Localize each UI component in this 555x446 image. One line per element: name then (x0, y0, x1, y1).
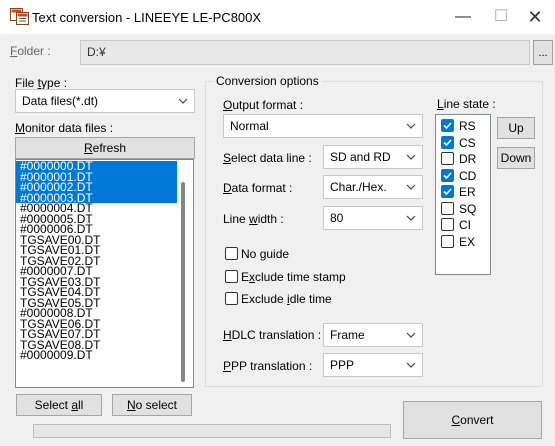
exclude-time-stamp-checkbox[interactable]: Exclude time stamp (223, 269, 383, 285)
checkbox-box[interactable] (441, 234, 454, 248)
no-select-button[interactable]: No select (112, 394, 192, 416)
ppp-translation-select[interactable]: PPP (323, 353, 423, 377)
data-line-select[interactable]: SD and RD (323, 145, 423, 169)
ppp-translation-label: PPP translation : (223, 359, 313, 373)
line-state-label-text: ER (459, 185, 476, 199)
monitor-files-list[interactable]: #0000000.DT #0000001.DT #0000002.DT #000000… (15, 159, 194, 388)
checkbox-box[interactable] (441, 119, 454, 132)
chevron-down-icon (406, 362, 416, 368)
chevron-down-icon (178, 98, 188, 104)
line-state-label-text: CS (459, 135, 476, 150)
chevron-down-icon (406, 123, 416, 129)
progress-bar (33, 424, 391, 438)
line-state-item-ci[interactable]: CI (439, 217, 489, 233)
checkbox-box[interactable] (441, 201, 454, 215)
file-type-select[interactable]: Data files(*.dt) (15, 89, 195, 113)
hdlc-translation-label: HDLC translation : (223, 328, 322, 342)
data-format-label: Data format : (223, 181, 293, 195)
hdlc-translation-select[interactable]: Frame (323, 323, 423, 347)
up-button[interactable]: Up (497, 117, 535, 139)
line-state-item-rs[interactable]: RS (439, 118, 489, 134)
files-scrollbar[interactable] (181, 182, 185, 382)
line-state-item-dr[interactable]: DR (439, 151, 489, 167)
folder-label: Folder : (10, 44, 51, 58)
exclude-idle-time-checkbox[interactable]: Exclude idle time (223, 291, 383, 307)
close-button[interactable]: ✕ (515, 0, 555, 34)
conversion-options-title: Conversion options (213, 74, 322, 88)
output-format-select[interactable]: Normal (223, 114, 423, 138)
line-state-label-text: CI (459, 218, 471, 232)
line-state-item-cs[interactable]: CS (439, 135, 489, 151)
line-state-label: Line state : (437, 97, 496, 111)
refresh-button[interactable]: Refresh (15, 137, 195, 159)
file-list-item[interactable]: #0000009.DT (16, 349, 193, 360)
checkbox-box[interactable] (441, 168, 454, 182)
line-state-label-text: CD (459, 168, 477, 183)
no-guide-checkbox[interactable]: No guide (223, 246, 383, 262)
chevron-down-icon (406, 154, 416, 160)
line-state-list[interactable]: RS CS DR CD ER SQ CI EX (435, 114, 491, 275)
output-format-label: Output format : (223, 98, 304, 112)
line-state-label-text: RS (459, 119, 476, 133)
line-state-label-text: DR (459, 152, 477, 166)
checkbox-box[interactable] (441, 185, 454, 198)
chevron-down-icon (406, 332, 416, 338)
line-state-label-text: EX (459, 234, 476, 249)
monitor-files-label: Monitor data files : (15, 121, 114, 135)
file-type-label: File type : (15, 76, 68, 90)
checkbox-box[interactable] (441, 135, 454, 149)
data-format-select[interactable]: Char./Hex. (323, 175, 423, 199)
data-line-label: Select data line : (223, 151, 312, 165)
checkbox-box[interactable] (225, 247, 238, 260)
app-icon (10, 8, 29, 25)
line-state-item-er[interactable]: ER (439, 184, 489, 200)
select-all-button[interactable]: Select all (16, 394, 102, 416)
folder-field[interactable]: D:¥ (80, 40, 530, 65)
checkbox-box[interactable] (225, 292, 238, 305)
convert-button[interactable]: Convert (403, 401, 542, 439)
line-width-select[interactable]: 80 (323, 206, 423, 230)
chevron-down-icon (406, 184, 416, 190)
chevron-down-icon (406, 215, 416, 221)
line-width-label: Line width : (223, 212, 284, 226)
line-state-item-sq[interactable]: SQ (439, 201, 489, 217)
browse-button[interactable]: ... (533, 40, 553, 65)
window-title: Text conversion - LINEEYE LE-PC800X (32, 10, 262, 25)
line-state-item-cd[interactable]: CD (439, 168, 489, 184)
checkbox-box[interactable] (441, 218, 454, 231)
line-state-item-ex[interactable]: EX (439, 234, 489, 250)
checkbox-box[interactable] (441, 152, 454, 165)
line-state-label-text: SQ (459, 201, 477, 216)
checkbox-box[interactable] (225, 270, 238, 283)
down-button[interactable]: Down (497, 147, 535, 169)
minimize-button[interactable]: — (443, 0, 483, 34)
